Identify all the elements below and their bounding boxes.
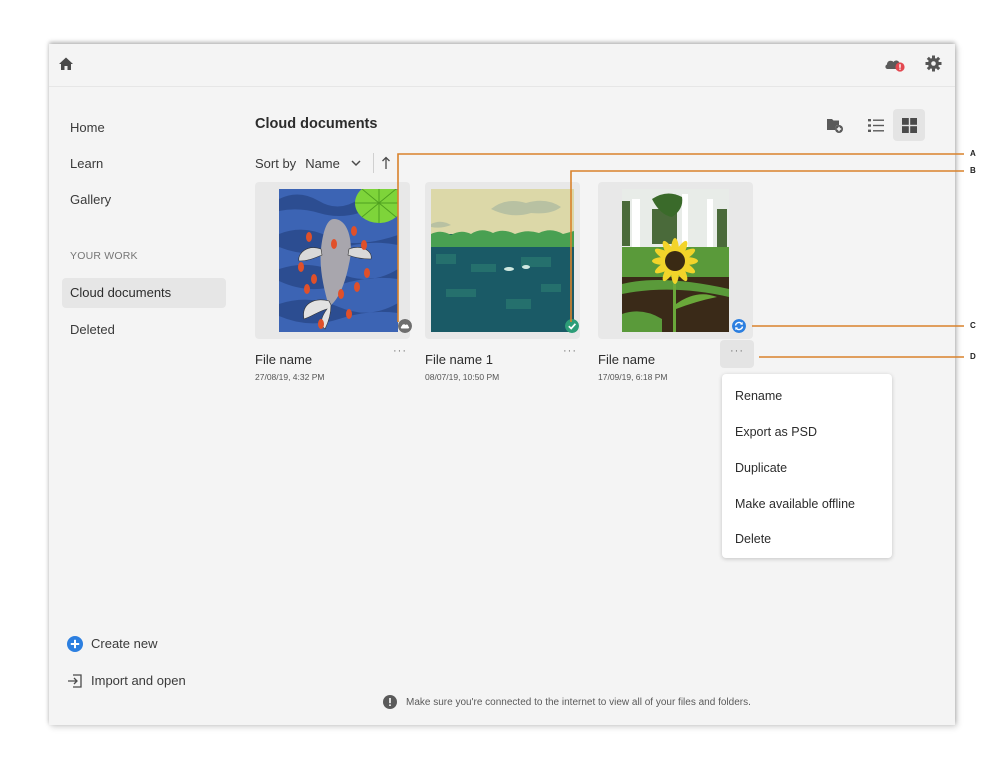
file-name[interactable]: File name (255, 352, 312, 367)
file-card[interactable] (425, 182, 580, 339)
list-view-button[interactable] (860, 109, 892, 141)
sidebar-item-learn[interactable]: Learn (62, 149, 226, 179)
file-more-button-active[interactable]: ··· (720, 340, 754, 368)
grid-view-button[interactable] (893, 109, 925, 141)
sort-divider (372, 153, 374, 173)
section-label-your-work: YOUR WORK (70, 250, 138, 262)
sort-bar: Sort by Name (255, 152, 391, 174)
menu-item-duplicate[interactable]: Duplicate (735, 456, 885, 480)
file-thumbnail-sunflower (622, 189, 729, 332)
menu-item-delete[interactable]: Delete (735, 527, 885, 551)
file-context-menu: Rename Export as PSD Duplicate Make avai… (722, 374, 892, 558)
file-more-button[interactable]: ··· (383, 340, 417, 368)
file-name[interactable]: File name (598, 352, 655, 367)
connection-warning: Make sure you're connected to the intern… (383, 695, 751, 709)
home-icon[interactable] (58, 56, 74, 72)
callout-label-d: D (970, 352, 976, 361)
file-more-button[interactable]: ··· (553, 340, 587, 368)
page-title: Cloud documents (255, 116, 378, 132)
sort-field-select[interactable]: Name (305, 156, 340, 171)
sort-by-label: Sort by (255, 155, 297, 171)
create-new-button[interactable]: Create new (67, 633, 157, 655)
sync-icon (732, 319, 746, 333)
chevron-down-icon[interactable] (350, 157, 362, 169)
gear-icon[interactable] (925, 55, 942, 72)
file-thumbnail-forest (431, 189, 574, 332)
import-and-open-label: Import and open (91, 673, 186, 688)
top-bar (49, 44, 955, 87)
plus-circle-icon (67, 636, 83, 652)
checkmark-icon (565, 319, 579, 333)
import-and-open-button[interactable]: Import and open (67, 670, 186, 692)
list-view-icon (868, 118, 884, 132)
connection-warning-text: Make sure you're connected to the intern… (406, 696, 751, 708)
grid-view-icon (901, 117, 917, 133)
file-date: 17/09/19, 6:18 PM (598, 372, 668, 382)
cloud-icon (398, 319, 412, 333)
file-card[interactable] (255, 182, 412, 339)
file-card[interactable] (598, 182, 753, 339)
sidebar-item-gallery[interactable]: Gallery (62, 185, 226, 215)
sidebar-item-deleted[interactable]: Deleted (62, 315, 226, 345)
alert-icon (383, 695, 397, 709)
sidebar: Home Learn Gallery YOUR WORK Cloud docum… (49, 86, 229, 725)
file-name[interactable]: File name 1 (425, 352, 493, 367)
import-icon (68, 674, 82, 688)
file-date: 08/07/19, 10:50 PM (425, 372, 500, 382)
menu-item-rename[interactable]: Rename (735, 384, 885, 408)
app-window: Home Learn Gallery YOUR WORK Cloud docum… (49, 44, 955, 725)
callout-label-b: B (970, 166, 976, 175)
create-new-label: Create new (91, 636, 158, 651)
arrow-up-icon[interactable] (381, 156, 391, 170)
new-folder-button[interactable] (819, 109, 851, 141)
file-thumbnail-koi (279, 189, 398, 332)
menu-item-export-psd[interactable]: Export as PSD (735, 420, 885, 444)
sidebar-item-home[interactable]: Home (62, 113, 226, 143)
sidebar-item-cloud-documents[interactable]: Cloud documents (62, 278, 226, 308)
callout-label-a: A (970, 149, 976, 158)
new-folder-icon (827, 119, 843, 133)
menu-item-make-offline[interactable]: Make available offline (735, 492, 885, 516)
file-date: 27/08/19, 4:32 PM (255, 372, 325, 382)
cloud-error-icon[interactable] (884, 56, 906, 72)
callout-label-c: C (970, 321, 976, 330)
